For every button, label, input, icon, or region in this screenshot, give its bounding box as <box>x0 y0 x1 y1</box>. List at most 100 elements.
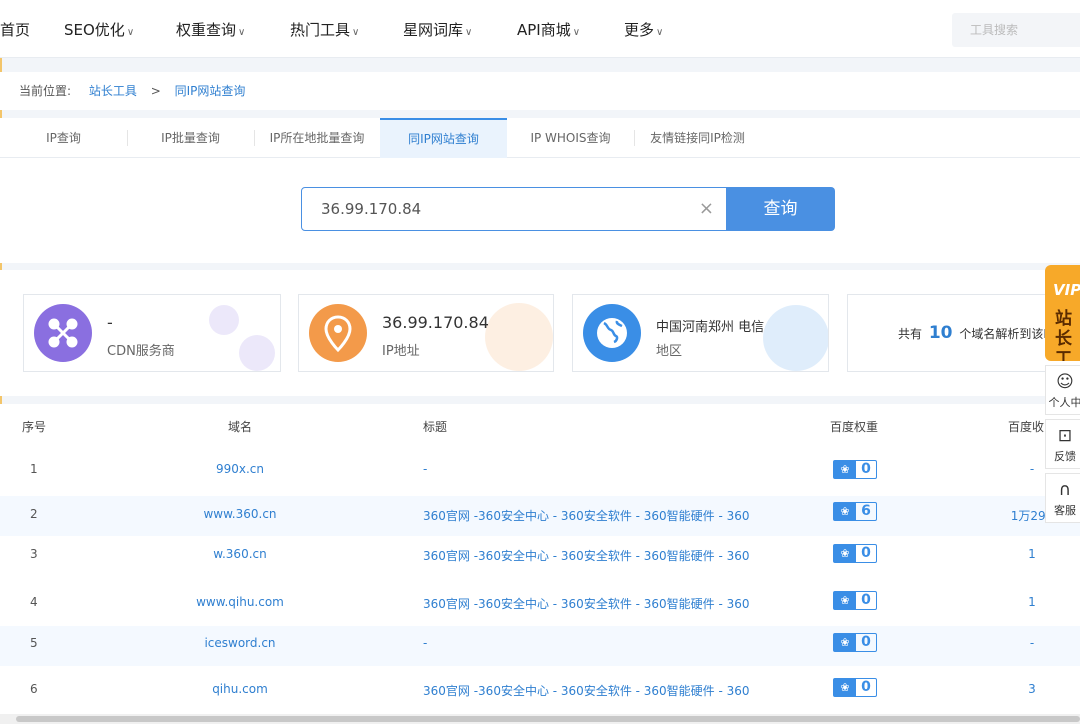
nav-item-wordbank[interactable]: 星网词库 ∨ <box>403 0 472 58</box>
table-header: 序号 域名 标题 百度权重 百度收 <box>0 404 1080 448</box>
row-domain-link[interactable]: qihu.com <box>150 682 330 696</box>
breadcrumb-link-same-ip[interactable]: 同IP网站查询 <box>175 84 246 98</box>
baidu-paw-icon: ❀ <box>834 634 856 651</box>
row-title-link[interactable]: 360官网 -360安全中心 - 360安全软件 - 360智能硬件 - 360 <box>423 682 750 699</box>
baidu-weight-badge[interactable]: ❀ 0 <box>833 544 877 563</box>
row-index: 6 <box>30 682 38 696</box>
baidu-weight-badge[interactable]: ❀ 0 <box>833 591 877 610</box>
chevron-down-icon: ∨ <box>465 27 473 38</box>
count-number: 10 <box>928 323 953 343</box>
baidu-paw-icon: ❀ <box>834 679 856 696</box>
breadcrumb: 当前位置: 站长工具 > 同IP网站查询 <box>0 72 1080 110</box>
tab-ip-query[interactable]: IP查询 <box>0 118 127 158</box>
tab-label: 友情链接同IP检测 <box>650 131 745 145</box>
chevron-down-icon: ∨ <box>352 27 360 38</box>
region-value: 中国河南郑州 电信 <box>656 320 765 335</box>
baidu-weight-badge[interactable]: ❀ 0 <box>833 633 877 652</box>
region-card: 中国河南郑州 电信 地区 <box>572 294 829 372</box>
region-label: 地区 <box>656 344 683 359</box>
side-item-customer-service[interactable]: ∩ 客服 <box>1045 473 1080 523</box>
ip-decor <box>485 303 553 371</box>
baidu-paw-icon: ❀ <box>834 545 856 562</box>
baidu-weight-value: 0 <box>861 592 871 608</box>
baidu-weight-badge[interactable]: ❀ 0 <box>833 678 877 697</box>
row-included[interactable]: 1 <box>1002 547 1062 561</box>
table-row: 1 990x.cn - ❀ 0 - <box>0 448 1080 496</box>
tab-same-ip-sites[interactable]: 同IP网站查询 <box>380 118 507 158</box>
tab-label: IP批量查询 <box>161 131 220 145</box>
table-row: 4 www.qihu.com 360官网 -360安全中心 - 360安全软件 … <box>0 580 1080 626</box>
tab-ip-batch-query[interactable]: IP批量查询 <box>127 118 254 158</box>
cdn-value: - <box>107 313 113 332</box>
tab-ip-whois[interactable]: IP WHOIS查询 <box>507 118 634 158</box>
row-domain-link[interactable]: 990x.cn <box>150 462 330 476</box>
nav-item-label: API商城 <box>517 21 571 39</box>
tool-search-input[interactable]: 工具搜索 <box>952 13 1080 47</box>
table-row: 3 w.360.cn 360官网 -360安全中心 - 360安全软件 - 36… <box>0 536 1080 580</box>
row-title-link[interactable]: - <box>423 462 427 476</box>
breadcrumb-separator: > <box>150 84 161 98</box>
row-included[interactable]: - <box>1002 636 1062 650</box>
chevron-down-icon: ∨ <box>238 27 246 38</box>
row-index: 2 <box>30 507 38 521</box>
side-item-label: 客服 <box>1054 504 1076 517</box>
table-row: 5 icesword.cn - ❀ 0 - <box>0 626 1080 666</box>
globe-icon <box>583 304 641 362</box>
ip-info-cards: - CDN服务商 36.99.170.84 IP地址 中国河南郑州 电信 地区 … <box>0 270 1080 396</box>
nav-item-weight[interactable]: 权重查询 ∨ <box>176 0 245 58</box>
row-index: 5 <box>30 636 38 650</box>
ip-input[interactable]: 36.99.170.84 × <box>301 187 727 231</box>
row-title-link[interactable]: 360官网 -360安全中心 - 360安全软件 - 360智能硬件 - 360 <box>423 595 750 612</box>
tab-label: IP所在地批量查询 <box>269 131 365 145</box>
row-title-link[interactable]: - <box>423 636 427 650</box>
location-pin-icon <box>309 304 367 362</box>
clear-icon[interactable]: × <box>699 188 714 230</box>
tab-ip-location-batch[interactable]: IP所在地批量查询 <box>254 118 380 158</box>
row-domain-link[interactable]: icesword.cn <box>150 636 330 650</box>
ip-address-card: 36.99.170.84 IP地址 <box>298 294 554 372</box>
baidu-weight-badge[interactable]: ❀ 6 <box>833 502 877 521</box>
count-prefix: 共有 <box>898 327 923 341</box>
cdn-label: CDN服务商 <box>107 344 175 359</box>
query-button[interactable]: 查询 <box>726 187 835 231</box>
breadcrumb-link-webmaster-tools[interactable]: 站长工具 <box>89 84 137 98</box>
header-baidu-weight: 百度权重 <box>830 420 879 434</box>
nav-item-seo[interactable]: SEO优化 ∨ <box>64 0 134 58</box>
row-included[interactable]: 3 <box>1002 682 1062 696</box>
nav-item-label: 更多 <box>624 21 655 39</box>
region-decor <box>763 305 828 371</box>
nav-item-label: SEO优化 <box>64 21 125 39</box>
promo-title: 站长工具 <box>1055 309 1072 361</box>
nav-item-api[interactable]: API商城 ∨ <box>517 0 580 58</box>
domain-count-text: 共有 10 个域名解析到该I <box>898 323 1047 343</box>
baidu-paw-icon: ❀ <box>834 461 856 478</box>
baidu-weight-value: 0 <box>861 461 871 477</box>
feedback-icon: ⊡ <box>1057 426 1073 446</box>
horizontal-scrollbar[interactable] <box>0 714 1080 724</box>
ip-input-value: 36.99.170.84 <box>321 200 422 218</box>
row-title-link[interactable]: 360官网 -360安全中心 - 360安全软件 - 360智能硬件 - 360 <box>423 507 750 524</box>
tab-label: IP查询 <box>46 131 81 145</box>
row-domain-link[interactable]: www.360.cn <box>150 507 330 521</box>
nav-item-home[interactable]: 首页 <box>0 0 30 58</box>
scrollbar-thumb[interactable] <box>16 716 1080 722</box>
row-domain-link[interactable]: w.360.cn <box>150 547 330 561</box>
search-placeholder: 工具搜索 <box>970 23 1019 37</box>
baidu-weight-badge[interactable]: ❀ 0 <box>833 460 877 479</box>
baidu-weight-value: 0 <box>861 679 871 695</box>
row-domain-link[interactable]: www.qihu.com <box>150 595 330 609</box>
row-title-link[interactable]: 360官网 -360安全中心 - 360安全软件 - 360智能硬件 - 360 <box>423 547 750 564</box>
header-index: 序号 <box>22 420 47 434</box>
nav-item-label: 星网词库 <box>403 21 464 39</box>
tab-friend-link-same-ip[interactable]: 友情链接同IP检测 <box>634 118 761 158</box>
side-item-user-center[interactable]: ☺ 个人中 <box>1045 365 1080 415</box>
row-included[interactable]: 1 <box>1002 595 1062 609</box>
promo-vip-text: VIP <box>1053 281 1080 299</box>
nav-item-more[interactable]: 更多 ∨ <box>624 0 663 58</box>
cdn-decor <box>239 335 275 371</box>
side-item-feedback[interactable]: ⊡ 反馈 <box>1045 419 1080 469</box>
nav-item-hot-tools[interactable]: 热门工具 ∨ <box>290 0 359 58</box>
baidu-paw-icon: ❀ <box>834 592 856 609</box>
vip-promo-banner[interactable]: VIP 站长工具 <box>1045 265 1080 361</box>
tab-label: 同IP网站查询 <box>408 132 479 146</box>
